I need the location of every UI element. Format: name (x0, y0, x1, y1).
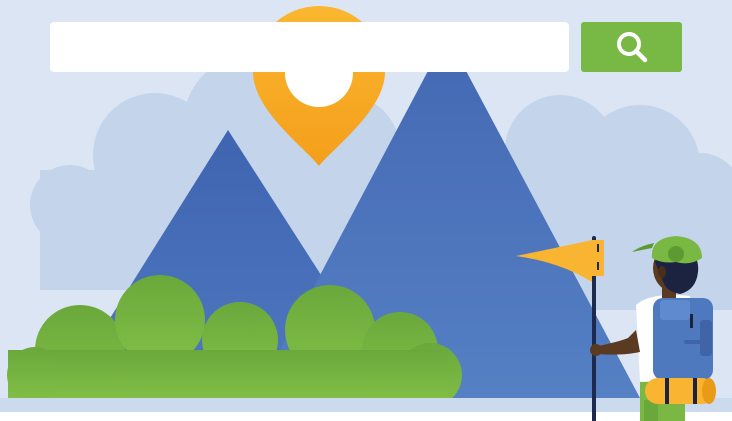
search-bar[interactable] (50, 22, 569, 72)
illustration-scene (0, 0, 732, 421)
search-button[interactable] (581, 22, 682, 72)
search-icon (616, 32, 647, 63)
bottom-border (0, 412, 732, 421)
search-input[interactable] (64, 37, 555, 57)
